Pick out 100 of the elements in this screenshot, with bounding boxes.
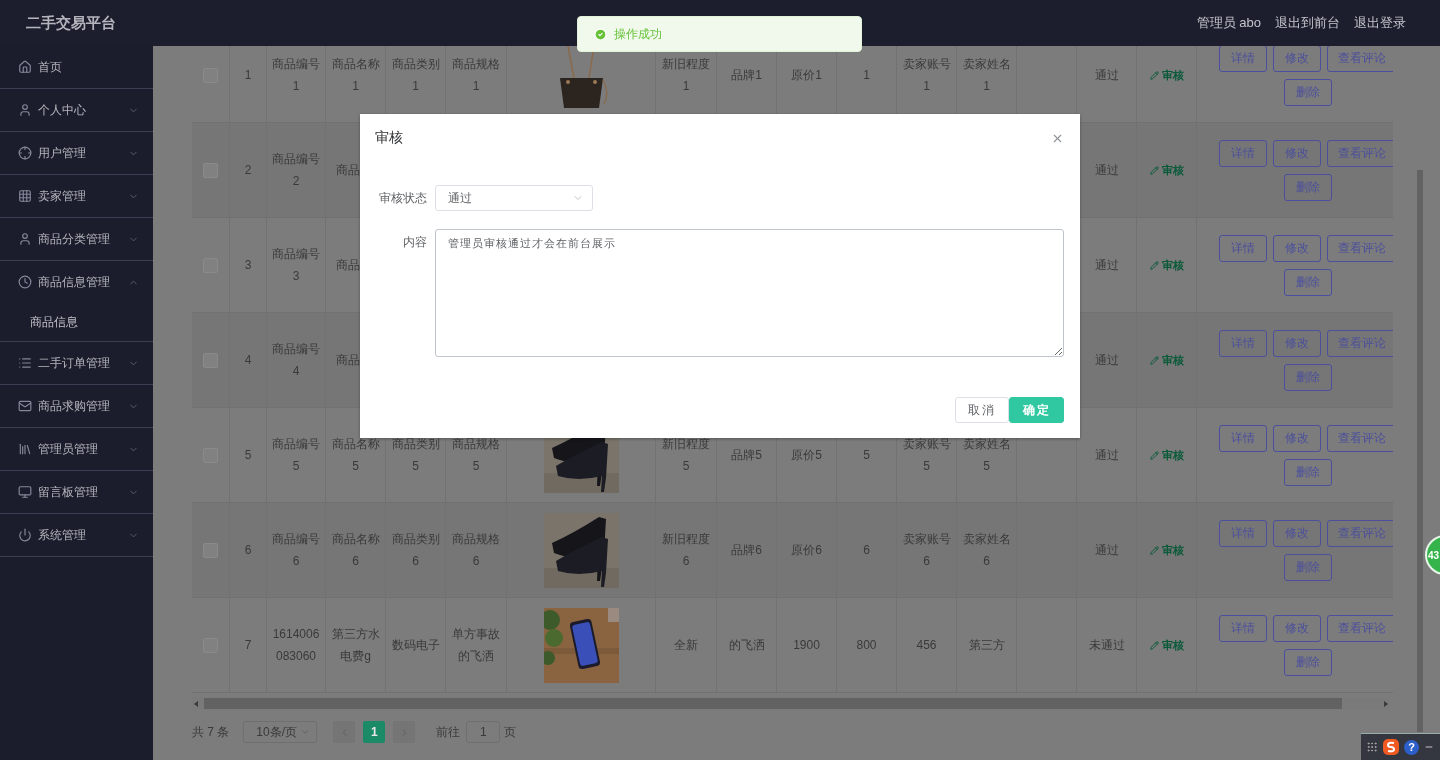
status-text: 通过 [1094,257,1119,274]
status-text: 通过 [1094,447,1119,464]
sidebar-item[interactable]: 留言板管理 [0,471,153,514]
grid-icon [18,189,32,203]
table-cell-text: 商品 [336,257,360,274]
row-number: 5 [244,447,252,464]
table-cell-text: 第三方水电费g [331,626,380,665]
audit-link[interactable]: 审核 [1149,67,1184,83]
sidebar-item[interactable]: 商品信息管理 [0,261,153,303]
pencil-icon [1149,640,1159,650]
table-cell-text: 第三方 [968,637,1005,654]
table-cell-text: 800 [856,637,877,654]
audit-link[interactable]: 审核 [1149,352,1184,368]
sidebar-item[interactable]: 卖家管理 [0,175,153,218]
monitor-icon [18,485,32,499]
sidebar-item[interactable]: 二手订单管理 [0,342,153,385]
next-page-button[interactable] [393,721,416,743]
user-icon [18,103,32,117]
table-cell-text: 新旧程度5 [661,436,711,475]
field-label: 内容 [402,234,427,251]
row-number: 7 [244,637,252,654]
pencil-icon [1149,70,1159,80]
pencil-icon [1149,165,1159,175]
audit-link[interactable]: 审核 [1149,637,1184,653]
table-cell-text: 单方事故的飞洒 [451,626,501,665]
table-cell-text: 商品名称6 [331,531,380,570]
sidebar-item[interactable]: 用户管理 [0,132,153,175]
table-cell-text: 5 [863,447,870,464]
page-input[interactable]: 1 [466,721,501,743]
audit-link[interactable]: 审核 [1149,542,1184,558]
table-cell-text: 商品规格1 [451,56,501,95]
power-icon [18,528,32,542]
sidebar-item[interactable]: 系统管理 [0,514,153,557]
table-cell-text: 商品 [336,352,360,369]
row-number: 4 [244,352,252,369]
books-icon [18,442,32,456]
page-button[interactable]: 1 [363,721,386,743]
table-cell-text: 卖家姓名5 [962,436,1011,475]
status-text: 通过 [1094,67,1119,84]
crosshair-icon [18,146,32,160]
user-icon [18,232,32,246]
table-cell-text: 品牌5 [731,447,762,464]
table-cell-text: 商品类别1 [391,56,440,95]
sidebar-item[interactable]: 首页 [0,46,153,89]
pencil-icon [1149,260,1159,270]
app-title: 二手交易平台 [26,13,116,33]
table-cell-text: 新旧程度1 [661,56,711,95]
table-cell-text: 商品名称5 [331,436,380,475]
pencil-icon [1149,355,1159,365]
scrollbar[interactable] [1417,170,1423,732]
table-cell-text: 原价1 [791,67,822,84]
help-button[interactable]: ? [1404,739,1419,755]
table-cell-text: 456 [916,637,937,654]
row-number: 1 [244,67,252,84]
table-cell-text: 数码电子 [391,637,440,654]
table-cell-text: 卖家账号1 [902,56,951,95]
right-arrow-icon[interactable] [1382,699,1390,708]
goto-suffix: 页 [504,723,517,741]
table-cell-text: 1614006083060 [272,626,320,665]
table-cell-text: 商品类别6 [391,531,440,570]
cancel-button[interactable]: 取消 [955,397,1009,423]
table-cell-text: 商品编号3 [272,246,320,285]
header-link[interactable]: 退出到前台 [1275,14,1340,32]
mail-icon [18,399,32,413]
table-cell-text: 原价5 [791,447,822,464]
floating-ball[interactable]: 43 [1425,535,1440,575]
header-link[interactable]: 退出登录 [1354,14,1406,32]
check-icon [594,27,607,41]
table-cell-text: 商品编号5 [272,436,320,475]
sidebar-item[interactable]: 商品分类管理 [0,218,153,261]
sidebar-item[interactable]: 管理员管理 [0,428,153,471]
field-label: 审核状态 [378,190,427,207]
sidebar-item[interactable]: 个人中心 [0,89,153,132]
sidebar-item[interactable]: 商品求购管理 [0,385,153,428]
logo-icon[interactable] [1383,739,1399,755]
page-size-select[interactable]: 10条/页 [243,721,318,743]
sidebar-subitem[interactable]: 商品信息 [0,303,153,342]
confirm-button[interactable]: 确定 [1009,397,1064,423]
list-icon [18,356,32,370]
table-cell-text: 卖家账号5 [902,436,951,475]
row-number: 2 [244,162,252,179]
dialog-title: 审核 [375,129,403,147]
audit-link[interactable]: 审核 [1149,162,1184,178]
table-cell-text: 商品类别5 [391,436,440,475]
row-number: 3 [244,257,252,274]
clock-icon [18,275,32,289]
grip-icon[interactable] [1366,741,1378,753]
table-cell-text: 品牌1 [731,67,762,84]
left-arrow-icon[interactable] [192,699,200,708]
status-text: 未通过 [1088,637,1125,654]
status-select[interactable]: 通过 [435,185,593,211]
total-count: 共 7 条 [192,723,230,741]
table-cell-text: 1 [863,67,870,84]
table-cell-text: 商品名称1 [331,56,380,95]
audit-link[interactable]: 审核 [1149,447,1184,463]
table-cell-text: 1900 [793,637,820,654]
pencil-icon [1149,545,1159,555]
audit-link[interactable]: 审核 [1149,257,1184,273]
home-icon [18,60,32,74]
content-field[interactable]: 管理员审核通过才会在前台展示 [435,229,1064,357]
